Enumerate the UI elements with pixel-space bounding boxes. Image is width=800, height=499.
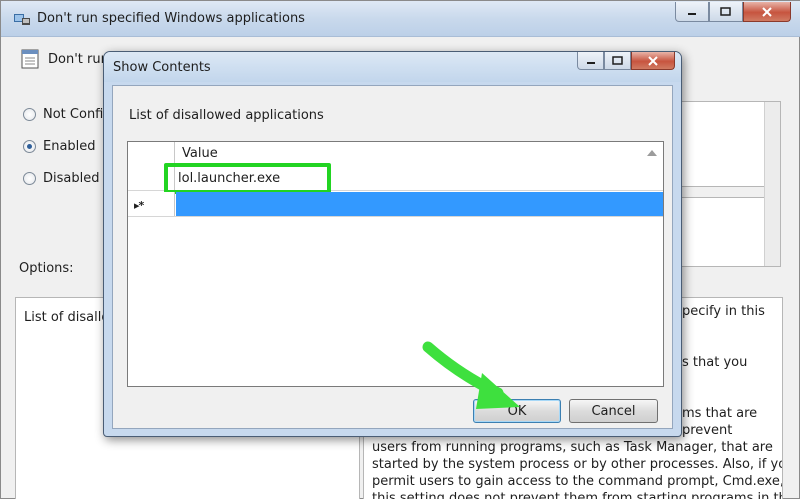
dialog-body: List of disallowed applications Value lo… [112, 85, 673, 429]
main-window-title: Don't run specified Windows applications [37, 11, 305, 26]
restore-icon [720, 6, 731, 16]
show-contents-dialog: Show Contents List of disallowed applica… [103, 51, 682, 437]
radio-label: Not Confi [43, 107, 104, 122]
main-caption-buttons [675, 2, 791, 22]
dialog-minimize-button[interactable] [577, 52, 604, 70]
help-line: pecify in this [682, 304, 765, 319]
cancel-button[interactable]: Cancel [569, 399, 658, 423]
help-line: ms that are [682, 406, 758, 421]
radio-circle [23, 172, 36, 185]
radio-enabled[interactable]: Enabled [23, 139, 96, 154]
sort-arrow-icon [647, 150, 657, 156]
main-titlebar[interactable]: Don't run specified Windows applications [1, 1, 800, 37]
close-icon [648, 55, 658, 66]
policy-header: Don't run [21, 49, 109, 69]
radio-label: Enabled [43, 139, 96, 154]
column-header-label: Value [182, 146, 218, 161]
dialog-titlebar[interactable]: Show Contents [104, 52, 681, 82]
new-row[interactable]: ▸* [128, 192, 663, 217]
radio-not-configured[interactable]: Not Confi [23, 107, 103, 122]
options-label: Options: [19, 261, 74, 276]
row-header-corner [128, 142, 175, 165]
close-button[interactable] [743, 2, 791, 22]
new-row-marker-icon: ▸* [134, 199, 144, 212]
help-line: this setting does not prevent them from … [372, 491, 783, 499]
radio-disabled[interactable]: Disabled [23, 171, 99, 186]
dialog-caption-buttons [577, 52, 675, 70]
radio-circle [23, 140, 36, 153]
green-arrow-icon [422, 341, 520, 409]
table-row[interactable]: lol.launcher.exe [128, 163, 663, 194]
minimize-icon [586, 61, 595, 64]
radio-label: Disabled [43, 171, 100, 186]
group-policy-icon [14, 14, 30, 25]
help-line: permit users to gain access to the comma… [372, 474, 783, 489]
policy-setting-icon [21, 49, 39, 69]
value-column-header[interactable]: Value [176, 142, 663, 165]
grid-header: Value [128, 142, 663, 165]
dialog-caption: List of disallowed applications [129, 108, 324, 123]
values-grid[interactable]: Value lol.launcher.exe ▸* [127, 141, 664, 387]
help-line: started by the system process or by othe… [372, 457, 783, 472]
help-line: s that you [682, 355, 748, 370]
close-icon [762, 6, 772, 17]
help-line: users from running programs, such as Tas… [372, 440, 773, 455]
help-line: prevent [682, 423, 733, 438]
options-text[interactable]: List of disallo [24, 310, 109, 325]
comment-scrollbar[interactable] [764, 102, 780, 266]
radio-circle [23, 108, 36, 121]
maximize-button[interactable] [709, 2, 743, 22]
dialog-close-button[interactable] [631, 52, 675, 70]
comment-panel[interactable] [677, 101, 781, 267]
new-row-header[interactable]: ▸* [128, 192, 175, 216]
minimize-button[interactable] [675, 2, 709, 22]
dialog-maximize-button[interactable] [604, 52, 631, 70]
policy-title: Don't run [48, 51, 109, 67]
new-value-cell[interactable] [176, 192, 663, 216]
minimize-icon [688, 12, 696, 15]
dialog-title: Show Contents [113, 60, 211, 75]
green-highlight-box [164, 163, 331, 194]
maximize-icon [611, 55, 623, 65]
